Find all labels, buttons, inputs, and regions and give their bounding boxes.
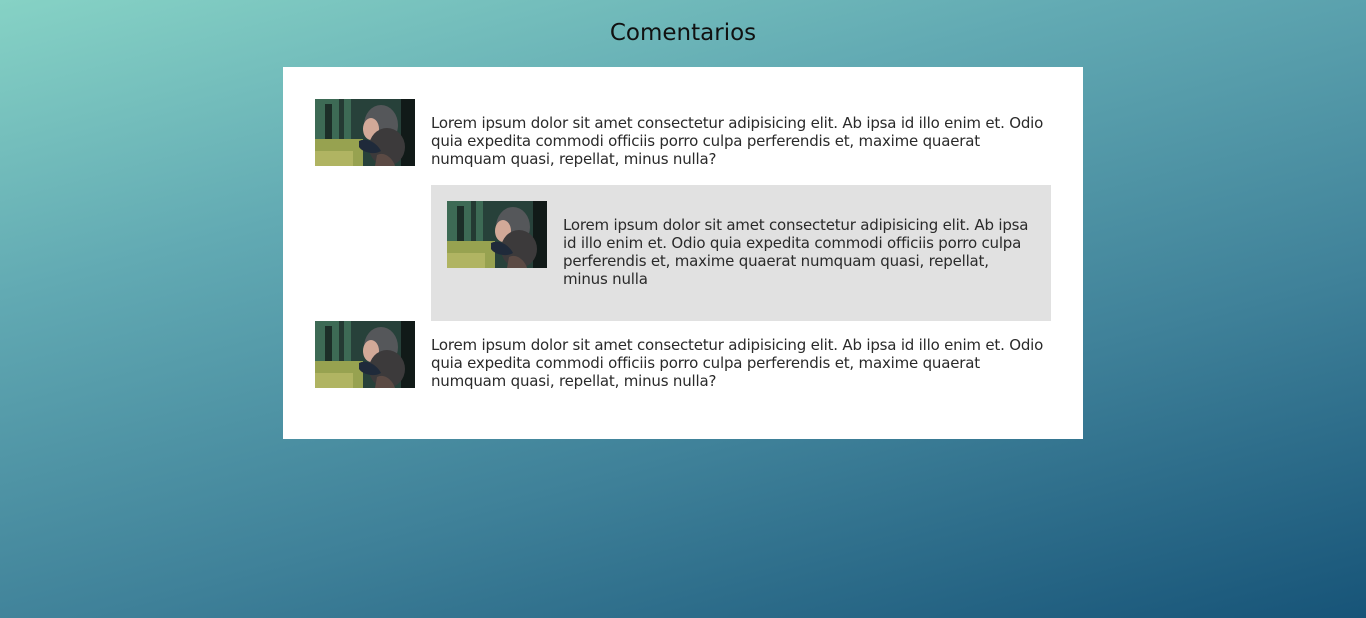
avatar bbox=[447, 201, 547, 268]
reply-comment: Lorem ipsum dolor sit amet consectetur a… bbox=[431, 185, 1051, 321]
avatar bbox=[315, 321, 415, 388]
comment: Lorem ipsum dolor sit amet consectetur a… bbox=[315, 99, 1051, 168]
avatar bbox=[315, 99, 415, 166]
comment-text: Lorem ipsum dolor sit amet consectetur a… bbox=[431, 336, 1044, 390]
page-title: Comentarios bbox=[609, 20, 757, 46]
comment-text: Lorem ipsum dolor sit amet consectetur a… bbox=[563, 216, 1029, 288]
comment: Lorem ipsum dolor sit amet consectetur a… bbox=[315, 321, 1051, 390]
comment-text: Lorem ipsum dolor sit amet consectetur a… bbox=[431, 114, 1044, 168]
comments-card: Lorem ipsum dolor sit amet consectetur a… bbox=[283, 67, 1083, 439]
